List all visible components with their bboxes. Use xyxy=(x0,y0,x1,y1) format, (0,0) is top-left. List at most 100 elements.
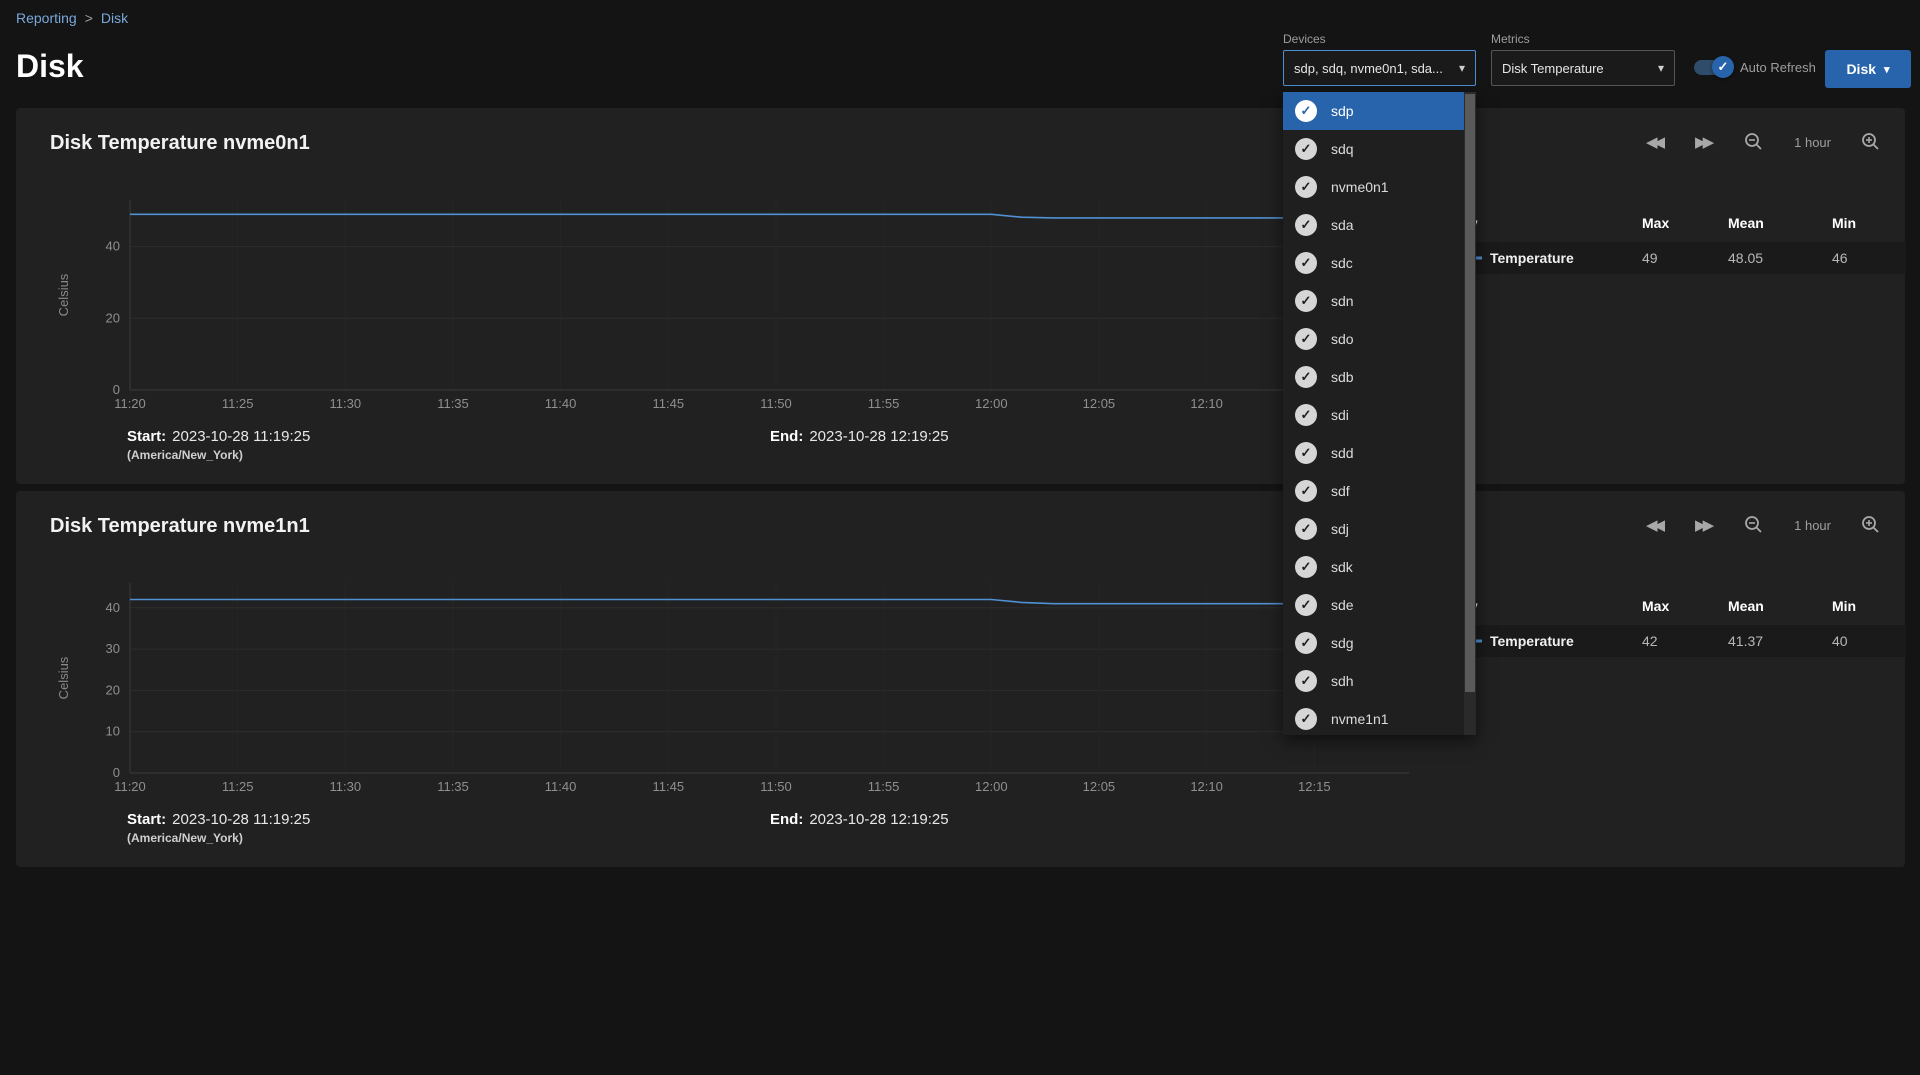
svg-text:11:40: 11:40 xyxy=(545,779,577,794)
svg-text:10: 10 xyxy=(106,724,120,739)
svg-text:11:20: 11:20 xyxy=(114,779,146,794)
device-option-label: sde xyxy=(1331,597,1354,613)
metrics-select[interactable]: Disk Temperature ▾ xyxy=(1491,50,1675,86)
zoom-in-icon[interactable] xyxy=(1861,132,1881,152)
svg-text:11:45: 11:45 xyxy=(653,779,685,794)
zoom-out-icon[interactable] xyxy=(1744,132,1764,152)
checked-circle-icon: ✓ xyxy=(1295,252,1317,274)
chart-canvas[interactable]: 11:2011:2511:3011:3511:4011:4511:5011:55… xyxy=(16,575,1466,810)
device-option-nvme1n1[interactable]: ✓nvme1n1 xyxy=(1283,700,1464,735)
svg-text:12:15: 12:15 xyxy=(1298,779,1331,794)
device-option-sdb[interactable]: ✓sdb xyxy=(1283,358,1464,396)
svg-text:11:35: 11:35 xyxy=(437,779,469,794)
dropdown-scrollbar[interactable] xyxy=(1464,92,1476,735)
metrics-label: Metrics xyxy=(1491,32,1530,46)
chevron-down-icon: ▾ xyxy=(1650,61,1664,75)
svg-text:11:50: 11:50 xyxy=(760,779,792,794)
breadcrumb-separator: > xyxy=(85,10,93,26)
svg-text:12:10: 12:10 xyxy=(1190,779,1223,794)
devices-select-value: sdp, sdq, nvme0n1, sda... xyxy=(1294,61,1443,76)
zoom-in-icon[interactable] xyxy=(1861,515,1881,535)
step-forward-button[interactable]: ▶▶ xyxy=(1695,133,1714,151)
chevron-down-icon: ▾ xyxy=(1451,61,1465,75)
cards-container: Disk Temperature nvme0n1 ◀◀ ▶▶ 1 hour 11… xyxy=(16,108,1905,867)
chart-start-block: Start:2023-10-28 11:19:25 (America/New_Y… xyxy=(127,428,310,462)
end-value: 2023-10-28 12:19:25 xyxy=(809,428,948,445)
svg-text:11:55: 11:55 xyxy=(868,396,900,411)
device-option-sdf[interactable]: ✓sdf xyxy=(1283,472,1464,510)
svg-text:12:05: 12:05 xyxy=(1083,779,1116,794)
legend-header-min: Min xyxy=(1832,215,1856,231)
device-option-label: sdg xyxy=(1331,635,1354,651)
checked-circle-icon: ✓ xyxy=(1295,176,1317,198)
legend-table: Key Max Mean Min Temperature 49 48.05 46 xyxy=(1428,208,1906,280)
disk-button[interactable]: Disk ▾ xyxy=(1825,50,1911,88)
start-label: Start: xyxy=(127,428,166,445)
svg-text:Celsius: Celsius xyxy=(56,273,71,316)
step-back-button[interactable]: ◀◀ xyxy=(1646,133,1665,151)
checked-circle-icon: ✓ xyxy=(1295,518,1317,540)
legend-header-mean: Mean xyxy=(1728,215,1764,231)
device-option-label: sdo xyxy=(1331,331,1354,347)
chart-controls: ◀◀ ▶▶ 1 hour xyxy=(1646,132,1881,152)
chart-controls: ◀◀ ▶▶ 1 hour xyxy=(1646,515,1881,535)
device-option-sdi[interactable]: ✓sdi xyxy=(1283,396,1464,434)
timezone-label: (America/New_York) xyxy=(127,831,310,845)
device-option-sdg[interactable]: ✓sdg xyxy=(1283,624,1464,662)
svg-text:11:25: 11:25 xyxy=(222,779,254,794)
device-option-sde[interactable]: ✓ sde xyxy=(1283,586,1464,624)
svg-text:11:55: 11:55 xyxy=(868,779,900,794)
device-option-sdo[interactable]: ✓ sdo xyxy=(1283,320,1464,358)
start-label: Start: xyxy=(127,811,166,828)
device-option-sdh[interactable]: ✓ sdh xyxy=(1283,662,1464,700)
device-option-sdp[interactable]: ✓ sdp xyxy=(1283,92,1464,130)
breadcrumb-link-disk[interactable]: Disk xyxy=(101,10,128,26)
breadcrumb: Reporting > Disk xyxy=(16,10,128,26)
device-option-sdd[interactable]: ✓sdd xyxy=(1283,434,1464,472)
checked-circle-icon: ✓ xyxy=(1295,594,1317,616)
auto-refresh-toggle[interactable]: ✓ Auto Refresh xyxy=(1694,60,1816,75)
device-option-label: nvme0n1 xyxy=(1331,179,1389,195)
svg-text:12:10: 12:10 xyxy=(1190,396,1223,411)
device-option-sdk[interactable]: ✓sdk xyxy=(1283,548,1464,586)
step-forward-button[interactable]: ▶▶ xyxy=(1695,516,1714,534)
svg-text:11:25: 11:25 xyxy=(222,396,254,411)
zoom-out-icon[interactable] xyxy=(1744,515,1764,535)
step-back-button[interactable]: ◀◀ xyxy=(1646,516,1665,534)
timezone-label: (America/New_York) xyxy=(127,448,310,462)
device-option-sda[interactable]: ✓sda xyxy=(1283,206,1464,244)
dropdown-scrollbar-thumb[interactable] xyxy=(1465,94,1475,692)
legend-row-temperature[interactable]: Temperature 42 41.37 40 xyxy=(1458,625,1906,657)
checked-circle-icon: ✓ xyxy=(1295,100,1317,122)
legend-table: Key Max Mean Min Temperature 42 41.37 40 xyxy=(1428,591,1906,663)
legend-mean-value: 48.05 xyxy=(1728,250,1763,266)
zoom-range-label: 1 hour xyxy=(1794,135,1831,150)
auto-refresh-label: Auto Refresh xyxy=(1740,60,1816,75)
metrics-select-value: Disk Temperature xyxy=(1502,61,1604,76)
device-option-label: sdf xyxy=(1331,483,1350,499)
chart-canvas[interactable]: 11:2011:2511:3011:3511:4011:4511:5011:55… xyxy=(16,192,1466,427)
zoom-range-label: 1 hour xyxy=(1794,518,1831,533)
chart-end-block: End:2023-10-28 12:19:25 xyxy=(770,428,949,445)
device-option-label: sdh xyxy=(1331,673,1354,689)
svg-text:30: 30 xyxy=(106,641,120,656)
checked-circle-icon: ✓ xyxy=(1295,328,1317,350)
device-option-sdc[interactable]: ✓sdc xyxy=(1283,244,1464,282)
devices-select[interactable]: sdp, sdq, nvme0n1, sda... ▾ xyxy=(1283,50,1476,86)
checked-circle-icon: ✓ xyxy=(1295,214,1317,236)
breadcrumb-link-reporting[interactable]: Reporting xyxy=(16,10,77,26)
device-option-sdn[interactable]: ✓sdn xyxy=(1283,282,1464,320)
start-value: 2023-10-28 11:19:25 xyxy=(172,811,310,828)
svg-text:20: 20 xyxy=(106,682,120,697)
device-option-label: sdp xyxy=(1331,103,1354,119)
device-option-sdj[interactable]: ✓sdj xyxy=(1283,510,1464,548)
svg-text:20: 20 xyxy=(106,310,120,325)
legend-header-min: Min xyxy=(1832,598,1856,614)
legend-row-temperature[interactable]: Temperature 49 48.05 46 xyxy=(1458,242,1906,274)
device-option-nvme0n1[interactable]: ✓ nvme0n1 xyxy=(1283,168,1464,206)
toggle-track: ✓ xyxy=(1694,60,1730,75)
device-option-sdq[interactable]: ✓sdq xyxy=(1283,130,1464,168)
checked-circle-icon: ✓ xyxy=(1295,556,1317,578)
checked-circle-icon: ✓ xyxy=(1295,670,1317,692)
svg-text:0: 0 xyxy=(113,765,120,780)
